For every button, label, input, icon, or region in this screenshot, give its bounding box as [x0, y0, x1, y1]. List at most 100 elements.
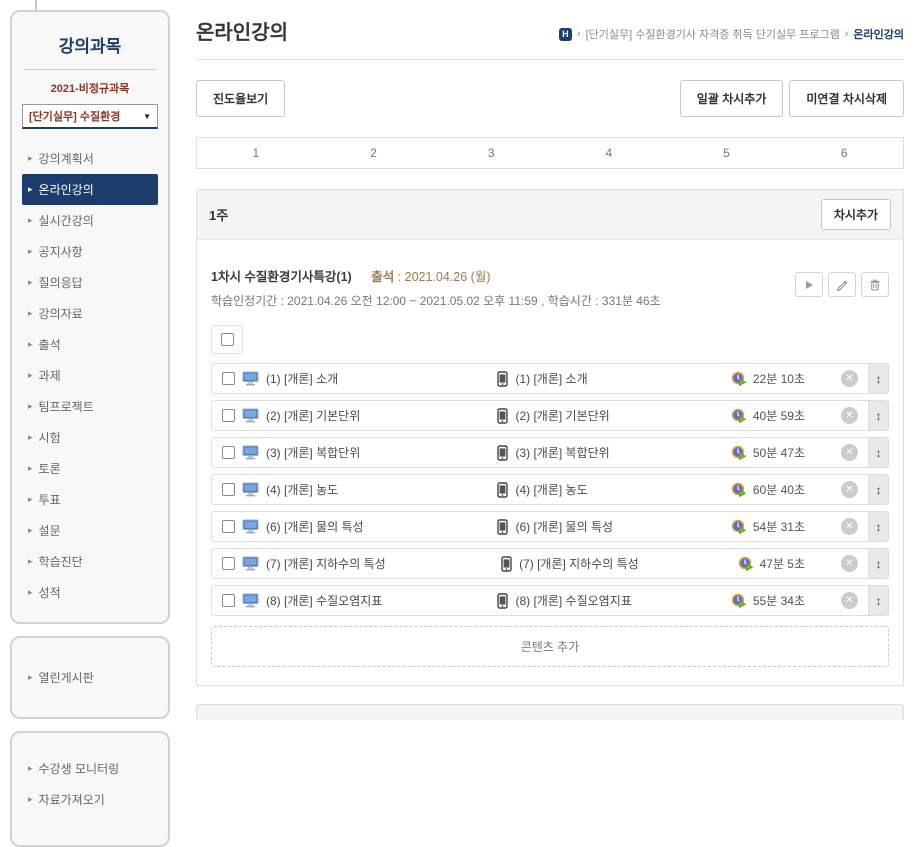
delete-lesson-button[interactable]	[861, 272, 889, 297]
bullet-icon: ▸	[28, 277, 33, 288]
course-select[interactable]: [단기실무] 수질환경 ▼	[22, 104, 158, 129]
sidebar-menu-item[interactable]: ▸ 팀프로젝트	[22, 391, 158, 422]
sidebar-menu-item[interactable]: ▸ 설문	[22, 515, 158, 546]
week-number-link[interactable]: 6	[785, 138, 903, 168]
main-content: 온라인강의 H › [단기실무] 수질환경기사 자격증 취득 단기실무 프로그램…	[196, 10, 904, 847]
breadcrumb-course-link[interactable]: [단기실무] 수질환경기사 자격증 취득 단기실무 프로그램	[586, 26, 840, 42]
home-icon[interactable]: H	[559, 28, 572, 41]
row-checkbox[interactable]	[222, 557, 235, 570]
pc-content-title[interactable]: (6) [개론] 물의 특성	[266, 518, 364, 535]
row-checkbox[interactable]	[222, 446, 235, 459]
drag-handle[interactable]: ↕	[868, 475, 888, 504]
drag-handle[interactable]: ↕	[868, 438, 888, 467]
remove-content-button[interactable]: ✕	[841, 592, 858, 609]
pc-content-cell: (2) [개론] 기본단위	[222, 407, 497, 424]
sidebar-menu-item[interactable]: ▸ 투표	[22, 484, 158, 515]
pc-content-cell: (6) [개론] 물의 특성	[222, 518, 497, 535]
sidebar-menu-item[interactable]: ▸ 출석	[22, 329, 158, 360]
bullet-icon: ▸	[28, 215, 33, 226]
mobile-content-title[interactable]: (6) [개론] 물의 특성	[515, 518, 613, 535]
sidebar-item-label: 출석	[39, 336, 61, 353]
trash-icon	[868, 278, 882, 292]
pc-content-title[interactable]: (8) [개론] 수질오염지표	[266, 592, 382, 609]
remove-content-button[interactable]: ✕	[841, 481, 858, 498]
pencil-icon	[835, 278, 849, 292]
sidebar-menu-item[interactable]: ▸ 수강생 모니터링	[22, 753, 158, 784]
add-content-button[interactable]: 콘텐츠 추가	[211, 626, 889, 667]
add-session-button[interactable]: 차시추가	[821, 199, 891, 230]
sidebar-item-label: 온라인강의	[39, 181, 94, 198]
sidebar-menu-item[interactable]: ▸ 실시간강의	[22, 205, 158, 236]
sidebar-menu-item[interactable]: ▸ 온라인강의	[22, 174, 158, 205]
remove-content-button[interactable]: ✕	[841, 444, 858, 461]
remove-content-button[interactable]: ✕	[841, 407, 858, 424]
sidebar-menu-item[interactable]: ▸ 공지사항	[22, 236, 158, 267]
edit-lesson-button[interactable]	[828, 272, 856, 297]
sidebar-menu-item[interactable]: ▸ 열린게시판	[22, 662, 158, 693]
pc-content-title[interactable]: (4) [개론] 농도	[266, 481, 338, 498]
drag-handle[interactable]: ↕	[868, 586, 888, 615]
mobile-content-title[interactable]: (3) [개론] 복합단위	[515, 444, 609, 461]
bullet-icon: ▸	[28, 672, 33, 683]
remove-content-button[interactable]: ✕	[841, 370, 858, 387]
bulk-add-session-button[interactable]: 일괄 차시추가	[680, 80, 784, 117]
week-number-link[interactable]: 2	[315, 138, 433, 168]
desktop-icon	[242, 519, 259, 534]
mobile-content-title[interactable]: (7) [개론] 지하수의 특성	[519, 555, 639, 572]
pc-content-cell: (4) [개론] 농도	[222, 481, 497, 498]
row-checkbox[interactable]	[222, 372, 235, 385]
decor-line	[35, 0, 37, 12]
sidebar-menu-item[interactable]: ▸ 강의자료	[22, 298, 158, 329]
sidebar-menu-item[interactable]: ▸ 시험	[22, 422, 158, 453]
mobile-content-cell: (1) [개론] 소개	[497, 370, 730, 387]
sidebar-item-label: 시험	[39, 429, 61, 446]
sidebar-menu-item[interactable]: ▸ 성적	[22, 577, 158, 608]
sidebar-menu-item[interactable]: ▸ 강의계획서	[22, 143, 158, 174]
content-row: (2) [개론] 기본단위 (2) [개론] 기본단위	[211, 400, 889, 431]
mobile-content-title[interactable]: (4) [개론] 농도	[515, 481, 587, 498]
pc-content-title[interactable]: (1) [개론] 소개	[266, 370, 338, 387]
breadcrumb-separator: ›	[845, 28, 849, 40]
drag-handle[interactable]: ↕	[868, 401, 888, 430]
week-number-link[interactable]: 5	[668, 138, 786, 168]
sidebar-menu: ▸ 강의계획서 ▸ 온라인강의 ▸ 실시간강의 ▸	[22, 143, 158, 608]
pc-content-title[interactable]: (7) [개론] 지하수의 특성	[266, 555, 386, 572]
row-checkbox[interactable]	[222, 483, 235, 496]
drag-handle[interactable]: ↕	[868, 512, 888, 541]
row-checkbox[interactable]	[222, 594, 235, 607]
mobile-icon	[497, 445, 508, 461]
mobile-content-title[interactable]: (1) [개론] 소개	[515, 370, 587, 387]
drag-handle[interactable]: ↕	[868, 549, 888, 578]
remove-content-button[interactable]: ✕	[841, 518, 858, 535]
select-all-checkbox[interactable]	[221, 333, 234, 346]
mobile-icon	[497, 482, 508, 498]
sidebar-menu-item[interactable]: ▸ 자료가져오기	[22, 784, 158, 815]
remove-content-button[interactable]: ✕	[841, 555, 858, 572]
week-number-link[interactable]: 3	[432, 138, 550, 168]
play-lesson-button[interactable]	[795, 272, 823, 297]
pc-content-title[interactable]: (3) [개론] 복합단위	[266, 444, 360, 461]
mobile-content-title[interactable]: (8) [개론] 수질오염지표	[515, 592, 631, 609]
week-number-link[interactable]: 4	[550, 138, 668, 168]
week-number-link[interactable]: 1	[197, 138, 315, 168]
drag-handle[interactable]: ↕	[868, 364, 888, 393]
pc-content-title[interactable]: (2) [개론] 기본단위	[266, 407, 360, 424]
sidebar-menu-item[interactable]: ▸ 질의응답	[22, 267, 158, 298]
sidebar-divider	[24, 69, 156, 70]
duration-text: 50분 47초	[753, 444, 805, 461]
clock-icon	[731, 445, 747, 461]
pc-content-cell: (7) [개론] 지하수의 특성	[222, 555, 501, 572]
duration-cell: 54분 31초	[731, 518, 805, 535]
sidebar-menu-item[interactable]: ▸ 과제	[22, 360, 158, 391]
row-checkbox[interactable]	[222, 520, 235, 533]
progress-view-button[interactable]: 진도율보기	[196, 80, 285, 117]
sidebar-menu-item[interactable]: ▸ 토론	[22, 453, 158, 484]
sidebar-menu-item[interactable]: ▸ 학습진단	[22, 546, 158, 577]
delete-unlinked-session-button[interactable]: 미연결 차시삭제	[789, 80, 904, 117]
bullet-icon: ▸	[28, 432, 33, 443]
content-row-main: (1) [개론] 소개 (1) [개론] 소개	[212, 364, 868, 393]
content-row-main: (7) [개론] 지하수의 특성 (7) [개론] 지하수의 특성	[212, 549, 868, 578]
row-checkbox[interactable]	[222, 409, 235, 422]
mobile-content-title[interactable]: (2) [개론] 기본단위	[515, 407, 609, 424]
week-1-header: 1주 차시추가	[197, 190, 903, 240]
